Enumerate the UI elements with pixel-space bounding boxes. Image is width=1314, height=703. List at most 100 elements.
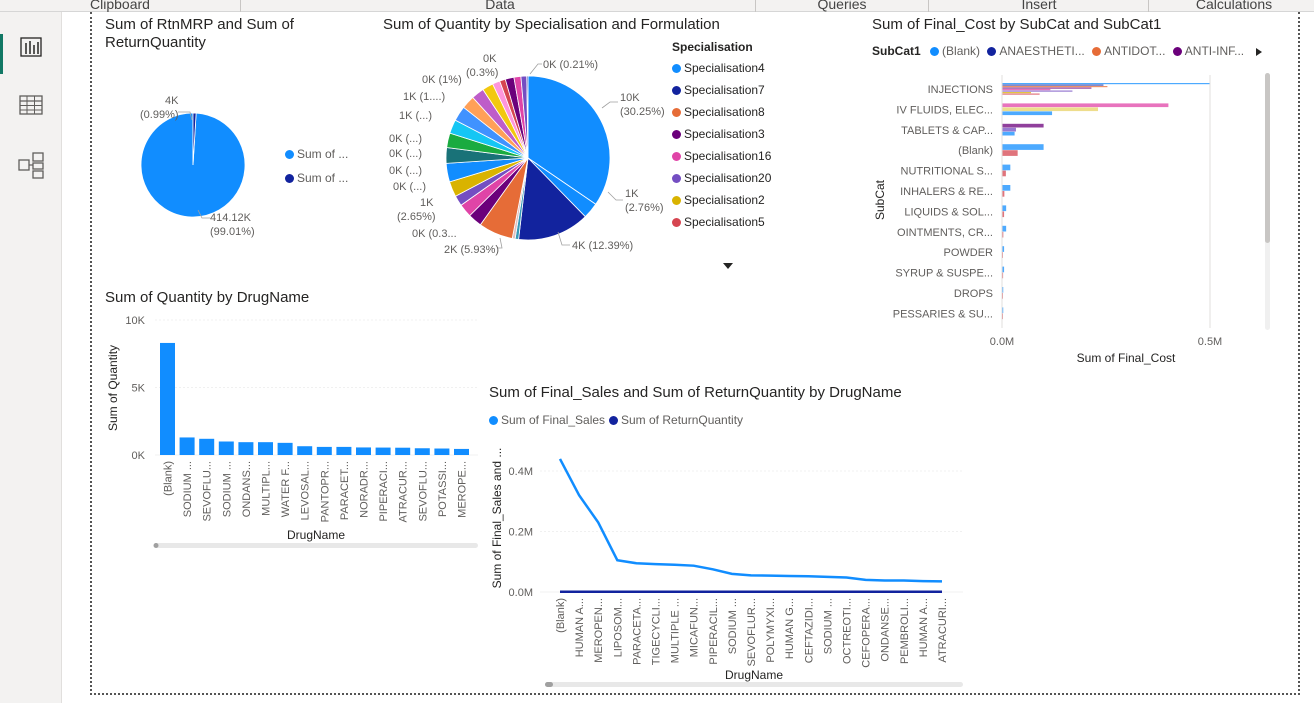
ribbon-group-calculations[interactable]: Calculations: [1174, 0, 1294, 12]
legend-dot: [672, 108, 681, 117]
bar-segment[interactable]: [1002, 107, 1098, 111]
bar-segment[interactable]: [1002, 88, 1091, 89]
bar-segment[interactable]: [1002, 150, 1018, 156]
legend-item[interactable]: Sum of Final_Sales: [489, 413, 605, 427]
x-tick-label: SEVOFLU...: [202, 461, 214, 522]
legend-item[interactable]: Specialisation4: [672, 61, 802, 75]
legend-item[interactable]: ANTI-INF...: [1173, 44, 1244, 58]
bar[interactable]: [356, 447, 371, 455]
legend-item[interactable]: Sum of ...: [285, 147, 348, 161]
table-view-icon[interactable]: [16, 90, 46, 120]
report-view-icon[interactable]: [16, 32, 46, 62]
bar-segment[interactable]: [1002, 226, 1006, 232]
legend-label: Sum of ReturnQuantity: [621, 413, 743, 427]
category-label: SYRUP & SUSPE...: [895, 268, 993, 280]
bar-segment[interactable]: [1002, 94, 1040, 95]
legend-scroll-down-icon[interactable]: [722, 262, 734, 270]
x-tick-label: SODIUM ...: [822, 598, 834, 654]
legend-item[interactable]: ANTIDOT...: [1092, 44, 1165, 58]
bar[interactable]: [199, 439, 214, 455]
ribbon-group-insert[interactable]: Insert: [979, 0, 1099, 12]
ribbon-group-queries[interactable]: Queries: [782, 0, 902, 12]
bar-segment[interactable]: [1002, 128, 1016, 132]
legend-item[interactable]: Sum of ReturnQuantity: [609, 413, 743, 427]
x-tick-label: PARACET...: [339, 461, 351, 520]
legend-item[interactable]: Specialisation20: [672, 171, 802, 185]
bar[interactable]: [219, 442, 234, 456]
bar-segment[interactable]: [1002, 205, 1006, 211]
bar-segment[interactable]: [1002, 83, 1210, 84]
bar-segment[interactable]: [1002, 144, 1044, 150]
bar[interactable]: [434, 449, 449, 455]
bar[interactable]: [454, 449, 469, 455]
scrollbar-thumb[interactable]: [1265, 73, 1270, 243]
ribbon-separator: [240, 0, 241, 12]
scrollbar-thumb[interactable]: [545, 682, 553, 687]
bar[interactable]: [160, 343, 175, 455]
bar-segment[interactable]: [1002, 111, 1052, 115]
bar[interactable]: [395, 448, 410, 455]
model-view-icon[interactable]: [16, 150, 46, 180]
legend-dot: [672, 218, 681, 227]
legend-item[interactable]: (Blank): [930, 44, 980, 58]
legend-item[interactable]: Specialisation8: [672, 105, 802, 119]
x-tick-label: CEFOPERA...: [861, 598, 873, 668]
legend-item[interactable]: ANAESTHETI...: [987, 44, 1084, 58]
x-tick-label: MICAFUN...: [689, 598, 701, 657]
bar-segment[interactable]: [1002, 89, 1050, 90]
subcat1-legend: SubCat1 (Blank) ANAESTHETI... ANTIDOT...…: [872, 44, 1244, 58]
legend-item[interactable]: Specialisation16: [672, 149, 802, 163]
bar[interactable]: [278, 443, 293, 455]
legend-label: Specialisation20: [684, 171, 771, 185]
bar-segment[interactable]: [1002, 171, 1006, 177]
bar[interactable]: [180, 437, 195, 455]
ribbon-group-data[interactable]: Data: [440, 0, 560, 12]
bar-segment[interactable]: [1002, 185, 1010, 191]
bar[interactable]: [376, 448, 391, 455]
legend-label: Sum of Final_Sales: [501, 413, 605, 427]
legend-label: Specialisation2: [684, 193, 765, 207]
x-tick-label: (Blank): [555, 598, 567, 633]
bar-segment[interactable]: [1002, 124, 1044, 128]
legend-item[interactable]: Specialisation5: [672, 215, 802, 229]
bar[interactable]: [297, 446, 312, 455]
x-tick-label: MULTIPLE ...: [670, 598, 682, 663]
bar[interactable]: [317, 447, 332, 455]
view-switcher-rail: [0, 12, 62, 703]
bar-segment[interactable]: [1002, 91, 1072, 92]
legend-item[interactable]: Specialisation7: [672, 83, 802, 97]
bar-segment[interactable]: [1002, 85, 1103, 86]
legend-item[interactable]: Sum of ...: [285, 171, 348, 185]
final-cost-bar-chart[interactable]: INJECTIONS IV FLUIDS, ELEC... TABLETS & CA…: [870, 70, 1280, 370]
bar[interactable]: [238, 442, 253, 455]
legend-item[interactable]: Specialisation2: [672, 193, 802, 207]
bar-segment[interactable]: [1002, 132, 1015, 136]
scrollbar-thumb[interactable]: [154, 543, 159, 548]
visual-title: Sum of Quantity by Specialisation and Fo…: [383, 16, 720, 34]
data-label: 0K (1%): [422, 74, 462, 86]
legend-item[interactable]: Specialisation3: [672, 127, 802, 141]
x-tick-label: 0.5M: [1198, 336, 1222, 348]
y-tick-label: 0K: [132, 450, 146, 462]
x-tick-label: SODIUM ...: [182, 461, 194, 517]
bar[interactable]: [336, 447, 351, 455]
quantity-bar-chart[interactable]: 10K 5K 0K (Blank) SODIUM ... SEVOFLU... SODIUM…: [100, 310, 485, 550]
series-line[interactable]: [560, 459, 942, 582]
ribbon-group-clipboard[interactable]: Clipboard: [60, 0, 180, 12]
sales-line-chart[interactable]: 0.4M 0.2M 0.0M (Blank) HUMAN A... MEROPEN... L…: [485, 430, 975, 695]
bar[interactable]: [415, 448, 430, 455]
ribbon-separator: [928, 0, 929, 12]
y-tick-label: 0.2M: [509, 527, 533, 539]
bar-segment[interactable]: [1002, 92, 1031, 93]
bar-segment[interactable]: [1002, 86, 1107, 87]
visual-title: Sum of RtnMRP and Sum of ReturnQuantity: [105, 16, 294, 52]
x-tick-label: LEVOSAL...: [300, 461, 312, 520]
legend-next-icon[interactable]: [1255, 47, 1263, 57]
bar-segment[interactable]: [1002, 165, 1010, 171]
x-tick-label: PIPERACIL...: [708, 598, 720, 665]
scrollbar-track[interactable]: [545, 682, 963, 687]
bar[interactable]: [258, 442, 273, 455]
legend-dot: [672, 86, 681, 95]
bar-segment[interactable]: [1002, 103, 1168, 107]
scrollbar-track[interactable]: [154, 543, 478, 548]
